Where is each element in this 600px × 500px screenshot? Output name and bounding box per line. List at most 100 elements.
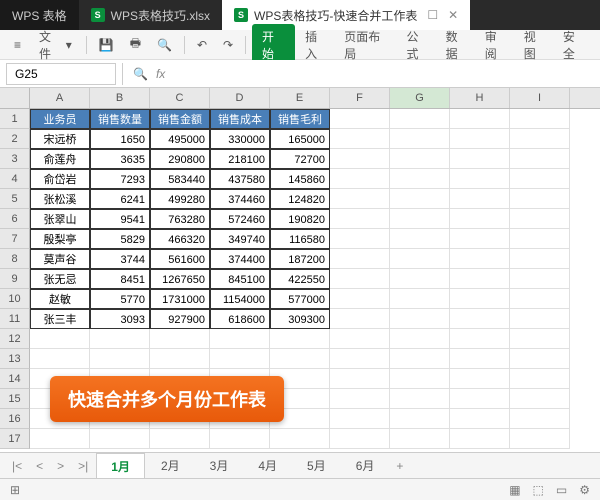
cell[interactable]: 莫声谷: [30, 249, 90, 269]
save-icon[interactable]: 💾: [93, 34, 120, 56]
cell[interactable]: 赵敏: [30, 289, 90, 309]
cell-reference-input[interactable]: [6, 63, 116, 85]
sheet-nav-last-icon[interactable]: >|: [72, 457, 94, 475]
cell[interactable]: 618600: [210, 309, 270, 329]
cell[interactable]: [330, 329, 390, 349]
column-header[interactable]: A: [30, 88, 90, 108]
row-header[interactable]: 8: [0, 249, 30, 269]
cell[interactable]: [390, 149, 450, 169]
cell[interactable]: [30, 329, 90, 349]
cell[interactable]: [330, 409, 390, 429]
cell[interactable]: 845100: [210, 269, 270, 289]
cell[interactable]: 422550: [270, 269, 330, 289]
cell[interactable]: 927900: [150, 309, 210, 329]
cell[interactable]: [390, 329, 450, 349]
cell[interactable]: [510, 429, 570, 449]
cell[interactable]: 374400: [210, 249, 270, 269]
cell[interactable]: [450, 189, 510, 209]
cell[interactable]: 374460: [210, 189, 270, 209]
cell[interactable]: [450, 429, 510, 449]
sheet-tab[interactable]: 5月: [293, 453, 340, 478]
cell[interactable]: 124820: [270, 189, 330, 209]
settings-icon[interactable]: ⚙: [577, 481, 592, 499]
cell[interactable]: [390, 289, 450, 309]
cell[interactable]: [390, 389, 450, 409]
cell[interactable]: [450, 349, 510, 369]
cell[interactable]: [210, 349, 270, 369]
cell[interactable]: 577000: [270, 289, 330, 309]
cell[interactable]: [30, 349, 90, 369]
cell[interactable]: [150, 429, 210, 449]
cell[interactable]: 3093: [90, 309, 150, 329]
cell[interactable]: [390, 109, 450, 129]
cell[interactable]: [450, 329, 510, 349]
cell[interactable]: 5829: [90, 229, 150, 249]
cell[interactable]: [330, 229, 390, 249]
cell[interactable]: 499280: [150, 189, 210, 209]
cell[interactable]: [510, 129, 570, 149]
cell[interactable]: 俞莲舟: [30, 149, 90, 169]
menu-icon[interactable]: ≡: [8, 34, 27, 56]
cell[interactable]: 俞岱岩: [30, 169, 90, 189]
cell[interactable]: [330, 109, 390, 129]
cell[interactable]: [330, 309, 390, 329]
print-icon[interactable]: 🖶: [124, 30, 147, 59]
cell[interactable]: [90, 329, 150, 349]
fx-icon[interactable]: fx: [156, 67, 165, 81]
cell[interactable]: [150, 329, 210, 349]
column-header[interactable]: C: [150, 88, 210, 108]
cell[interactable]: [510, 109, 570, 129]
cell[interactable]: [510, 289, 570, 309]
cell[interactable]: [450, 249, 510, 269]
cell[interactable]: [270, 329, 330, 349]
cell[interactable]: [510, 409, 570, 429]
cell[interactable]: 7293: [90, 169, 150, 189]
cell[interactable]: [450, 269, 510, 289]
cell[interactable]: [450, 149, 510, 169]
cell[interactable]: [390, 429, 450, 449]
cell[interactable]: [330, 369, 390, 389]
view-page-icon[interactable]: ▭: [554, 481, 569, 499]
row-header[interactable]: 2: [0, 129, 30, 149]
sheet-nav-first-icon[interactable]: |<: [6, 457, 28, 475]
column-header[interactable]: G: [390, 88, 450, 108]
column-header[interactable]: E: [270, 88, 330, 108]
cell[interactable]: [450, 229, 510, 249]
cell[interactable]: [90, 349, 150, 369]
cell[interactable]: [510, 189, 570, 209]
cell[interactable]: 宋远桥: [30, 129, 90, 149]
cell[interactable]: [510, 149, 570, 169]
row-header[interactable]: 14: [0, 369, 30, 389]
cell[interactable]: [510, 169, 570, 189]
search-icon[interactable]: 🔍: [133, 67, 148, 81]
cell[interactable]: [330, 429, 390, 449]
cell[interactable]: 309300: [270, 309, 330, 329]
redo-icon[interactable]: ↷: [217, 34, 239, 56]
cell[interactable]: 466320: [150, 229, 210, 249]
row-header[interactable]: 17: [0, 429, 30, 449]
undo-icon[interactable]: ↶: [191, 34, 213, 56]
cell[interactable]: [330, 349, 390, 369]
cell[interactable]: [510, 389, 570, 409]
cell[interactable]: [390, 189, 450, 209]
cell[interactable]: [390, 309, 450, 329]
close-icon[interactable]: ☐: [427, 8, 438, 22]
cell[interactable]: 290800: [150, 149, 210, 169]
cell[interactable]: [390, 269, 450, 289]
cell[interactable]: 8451: [90, 269, 150, 289]
spreadsheet-grid[interactable]: ABCDEFGHI 1业务员销售数量销售金额销售成本销售毛利2宋远桥165049…: [0, 88, 600, 452]
view-mode-icon[interactable]: ⬚: [531, 481, 546, 499]
cell[interactable]: 495000: [150, 129, 210, 149]
cell[interactable]: 销售成本: [210, 109, 270, 129]
cell[interactable]: 165000: [270, 129, 330, 149]
cell[interactable]: 6241: [90, 189, 150, 209]
cell[interactable]: 116580: [270, 229, 330, 249]
cell[interactable]: 张翠山: [30, 209, 90, 229]
row-header[interactable]: 5: [0, 189, 30, 209]
cell[interactable]: [330, 149, 390, 169]
cell[interactable]: [330, 289, 390, 309]
cell[interactable]: 3744: [90, 249, 150, 269]
cell[interactable]: [510, 209, 570, 229]
tab-file-1[interactable]: S WPS表格技巧.xlsx: [79, 0, 222, 30]
cell[interactable]: 张松溪: [30, 189, 90, 209]
